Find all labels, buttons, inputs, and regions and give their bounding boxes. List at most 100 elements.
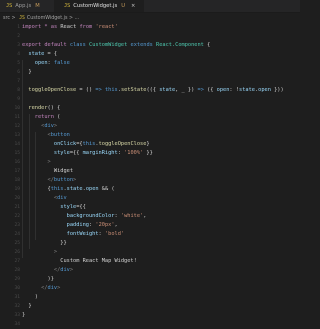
javascript-file-icon: JS <box>64 3 71 9</box>
code-token: } <box>22 303 32 309</box>
code-text: <div <box>22 194 67 203</box>
line-number: 21 <box>14 205 20 210</box>
code-token: > <box>47 159 51 165</box>
code-line[interactable]: 31 ) <box>0 293 300 302</box>
code-text: padding: '20px', <box>22 221 118 230</box>
code-line[interactable]: 4 state = { <box>0 50 300 59</box>
code-line[interactable]: 18 </button> <box>0 176 300 185</box>
code-line[interactable]: 27 Custom React Map Widget! <box>0 257 300 266</box>
code-line[interactable]: 13 <button <box>0 131 300 140</box>
code-token: backgroundColor <box>66 213 115 219</box>
code-token: { <box>203 42 211 48</box>
code-token: state <box>28 51 45 57</box>
code-text: style={{ marginRight: '100%' }} <box>22 149 153 158</box>
code-token: && ( <box>98 186 115 192</box>
git-status-badge: M <box>35 3 40 9</box>
code-token: render <box>28 105 48 111</box>
code-token: () { <box>47 105 61 111</box>
tab-customwidget-js[interactable]: JS CustomWidget.js U × <box>54 0 144 12</box>
code-line[interactable]: 34 <box>0 320 300 329</box>
code-line[interactable]: 16 > <box>0 158 300 167</box>
code-token: = () <box>76 87 96 93</box>
code-text: state = { <box>22 50 57 59</box>
code-token: = { <box>44 51 58 57</box>
code-token: div <box>57 195 67 201</box>
code-line[interactable]: 9 <box>0 95 300 104</box>
code-line[interactable]: 2 <box>0 32 300 41</box>
line-number: 19 <box>14 187 20 192</box>
code-token: React.Component <box>156 42 204 48</box>
code-token: false <box>53 60 70 66</box>
code-text: }} <box>22 239 66 248</box>
line-number: 31 <box>14 295 20 300</box>
code-token: extends <box>130 42 153 48</box>
code-token: )} <box>22 276 54 282</box>
code-token: this <box>82 141 96 147</box>
code-token: > <box>53 123 58 129</box>
code-token: open <box>85 186 99 192</box>
breadcrumb-tail[interactable]: > ... <box>68 16 79 21</box>
code-editor[interactable]: 1 import * as React from 'react' 2 3 export … <box>0 23 300 329</box>
code-text: <button <box>22 131 70 140</box>
code-line[interactable]: 8 toggleOpenClose = () => this.setState(… <box>0 86 300 95</box>
line-number: 26 <box>14 250 20 255</box>
close-icon[interactable]: × <box>131 3 135 9</box>
code-token: , _ }) <box>175 87 198 93</box>
code-line[interactable]: 23 padding: '20px', <box>0 221 300 230</box>
line-number: 32 <box>14 304 20 309</box>
code-line[interactable]: 33} <box>0 311 300 320</box>
code-text: fontWeight: 'bold' <box>22 230 124 239</box>
code-line[interactable]: 12 <div> <box>0 122 300 131</box>
code-line[interactable]: 21 style={{ <box>0 203 300 212</box>
line-number: 28 <box>14 268 20 273</box>
line-number: 1 <box>17 25 20 30</box>
tab-app-js[interactable]: JS App.js M <box>6 0 50 12</box>
code-token: > <box>73 177 77 183</box>
code-line[interactable]: 19 {this.state.open && ( <box>0 185 300 194</box>
line-number: 9 <box>17 97 20 102</box>
code-line[interactable]: 26 > <box>0 248 300 257</box>
code-line[interactable]: 6 } <box>0 68 300 77</box>
code-line[interactable]: 30 </div> <box>0 284 300 293</box>
breadcrumb-file[interactable]: CustomWidget.js <box>27 16 68 21</box>
line-number: 18 <box>14 178 20 183</box>
code-line[interactable]: 20 <div <box>0 194 300 203</box>
code-token: , <box>114 222 118 228</box>
line-number: 17 <box>14 169 20 174</box>
code-token: div <box>47 285 58 291</box>
code-line[interactable]: 5 open: false <box>0 59 300 68</box>
code-line[interactable]: 25 }} <box>0 239 300 248</box>
code-text: > <box>22 158 51 167</box>
code-line[interactable]: 7 <box>0 77 300 86</box>
code-line[interactable]: 3 export default class CustomWidget exten… <box>0 41 300 50</box>
code-line[interactable]: 15 style={{ marginRight: '100%' }} <box>0 149 300 158</box>
code-line[interactable]: 17 Widget <box>0 167 300 176</box>
code-line[interactable]: 22 backgroundColor: 'white', <box>0 212 300 221</box>
breadcrumb-separator: > <box>10 15 18 21</box>
line-number: 16 <box>14 160 20 165</box>
line-number: 15 <box>14 151 20 156</box>
code-token: , <box>143 213 147 219</box>
code-text: </button> <box>22 176 77 185</box>
code-line[interactable]: 11 return ( <box>0 113 300 122</box>
breadcrumb-folder[interactable]: src <box>3 16 10 21</box>
code-text: </div> <box>22 284 60 293</box>
code-text: return ( <box>22 113 61 122</box>
line-number: 3 <box>17 43 20 48</box>
code-line[interactable]: 28 </div> <box>0 266 300 275</box>
code-line[interactable]: 32 } <box>0 302 300 311</box>
code-text: import * as React from 'react' <box>22 23 118 32</box>
code-line[interactable]: 29 )} <box>0 275 300 284</box>
code-line[interactable]: 24 fontWeight: 'bold' <box>0 230 300 239</box>
code-line[interactable]: 1 import * as React from 'react' <box>0 23 300 32</box>
code-token: state <box>159 87 176 93</box>
code-token: Widget <box>22 168 74 174</box>
code-line[interactable]: 14 onClick={this.toggleOpenClose} <box>0 140 300 149</box>
code-token: (({ <box>146 87 160 93</box>
code-token: 'bold' <box>104 231 125 237</box>
code-line[interactable]: 10 render() { <box>0 104 300 113</box>
line-number: 24 <box>14 232 20 237</box>
